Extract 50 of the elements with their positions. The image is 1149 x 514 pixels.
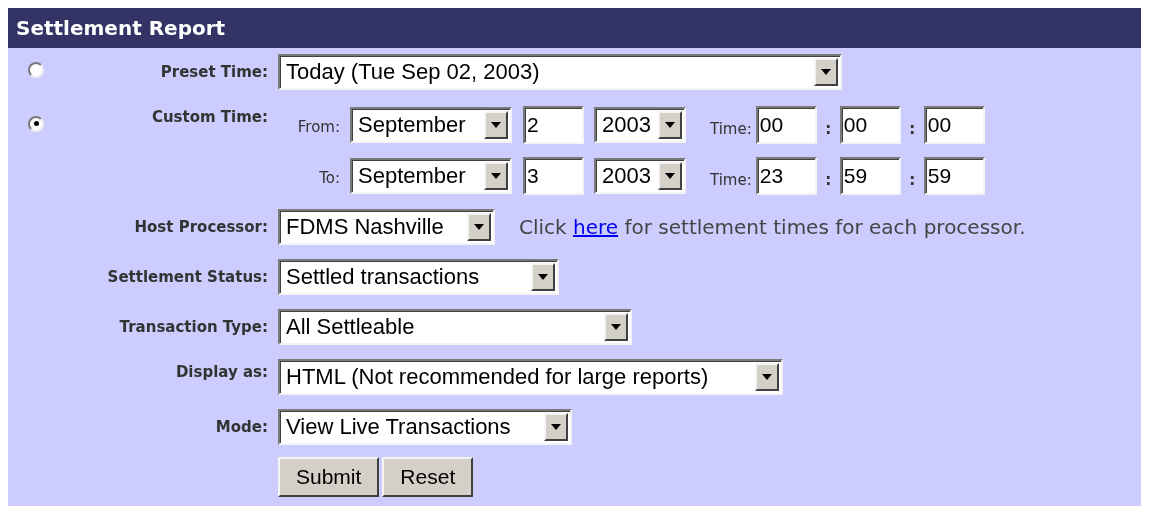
help-link[interactable]: here bbox=[573, 215, 619, 239]
submit-button[interactable]: Submit bbox=[278, 457, 380, 497]
time-label: Time: bbox=[710, 170, 752, 189]
minute-field[interactable]: 59 bbox=[839, 157, 901, 195]
time-separator: : bbox=[908, 170, 917, 189]
transaction-type-select[interactable]: All Settleable bbox=[278, 309, 632, 345]
caret-icon bbox=[491, 122, 501, 128]
caret-icon bbox=[474, 224, 484, 230]
caret-icon bbox=[821, 69, 831, 75]
caret-icon bbox=[491, 173, 501, 179]
field-label: Display as: bbox=[174, 362, 268, 381]
hour-field[interactable]: 00 bbox=[755, 106, 817, 144]
field-label: Transaction Type: bbox=[118, 318, 268, 336]
hour-field[interactable]: 23 bbox=[755, 157, 817, 195]
month-select[interactable]: September bbox=[350, 107, 512, 143]
host-processor-select[interactable]: FDMS Nashville bbox=[278, 209, 495, 245]
caret-icon bbox=[665, 173, 675, 179]
minute-field[interactable]: 00 bbox=[839, 106, 901, 144]
time-separator: : bbox=[908, 119, 917, 138]
caret-icon bbox=[551, 424, 561, 430]
mode-select[interactable]: View Live Transactions bbox=[278, 409, 572, 445]
radio-button[interactable] bbox=[28, 115, 44, 132]
field-label: Preset Time: bbox=[159, 63, 268, 81]
caret-icon bbox=[762, 374, 772, 380]
caret-icon bbox=[538, 274, 548, 280]
range-label: To: bbox=[318, 168, 340, 187]
second-field[interactable]: 59 bbox=[923, 157, 985, 195]
panel-title: Settlement Report bbox=[8, 8, 1141, 48]
month-select[interactable]: September bbox=[350, 158, 512, 194]
second-field[interactable]: 00 bbox=[923, 106, 985, 144]
status-select[interactable]: Settled transactions bbox=[278, 259, 559, 295]
day-field[interactable]: 2 bbox=[523, 106, 584, 144]
field-label: Host Processor: bbox=[133, 218, 268, 236]
field-label: Custom Time: bbox=[150, 107, 268, 126]
radio-button[interactable] bbox=[28, 62, 44, 78]
range-label: From: bbox=[296, 117, 340, 136]
caret-icon bbox=[611, 324, 621, 330]
day-field[interactable]: 3 bbox=[523, 157, 584, 195]
year-select[interactable]: 2003 bbox=[594, 107, 686, 143]
field-label: Mode: bbox=[214, 418, 268, 436]
reset-button[interactable]: Reset bbox=[382, 457, 474, 497]
time-separator: : bbox=[824, 170, 833, 189]
time-separator: : bbox=[824, 119, 833, 138]
settlement-note: Click here for settlement times for each processor. bbox=[519, 215, 1026, 239]
field-label: Settlement Status: bbox=[106, 268, 268, 286]
display-format-select[interactable]: HTML (Not recommended for large reports) bbox=[278, 359, 783, 395]
caret-icon bbox=[665, 122, 675, 128]
preset-time-select[interactable]: Today (Tue Sep 02, 2003) bbox=[278, 54, 842, 90]
time-label: Time: bbox=[710, 119, 752, 138]
year-select[interactable]: 2003 bbox=[594, 158, 686, 194]
